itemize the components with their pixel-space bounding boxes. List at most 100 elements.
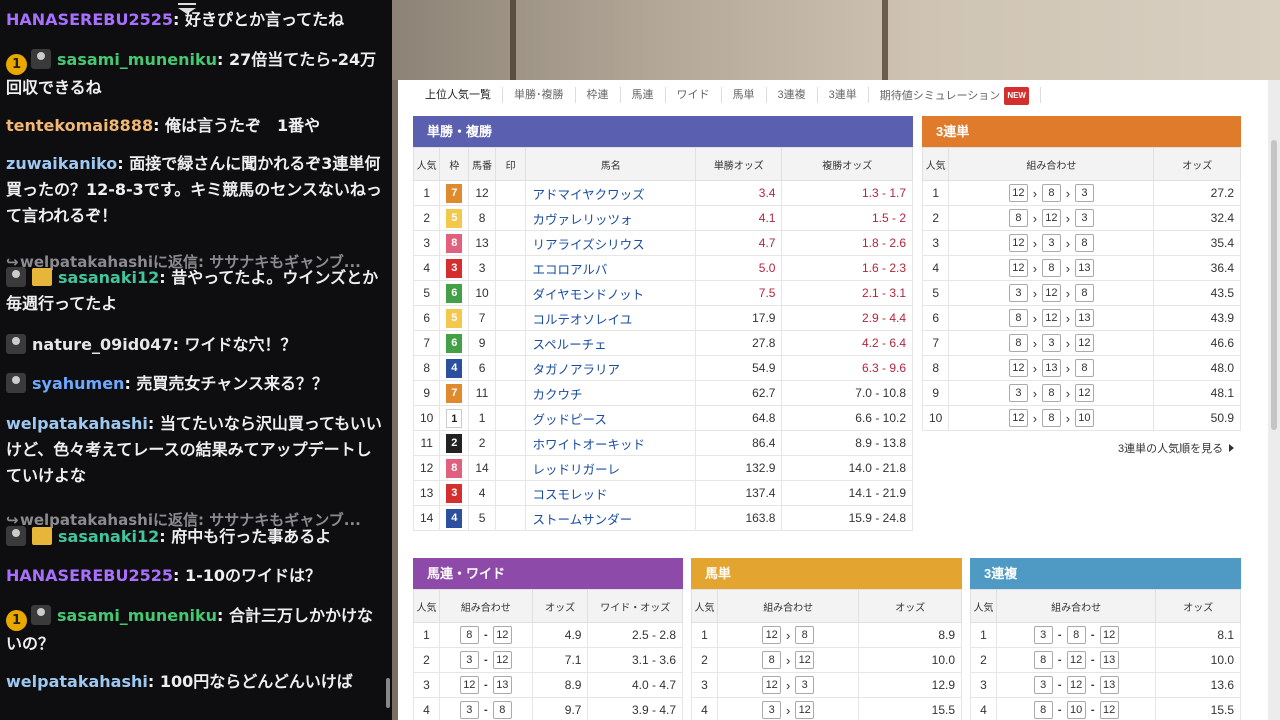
mark-cell[interactable]: [494, 180, 527, 206]
chat-scrollbar[interactable]: [386, 678, 390, 708]
mark-cell[interactable]: [494, 205, 527, 231]
table-row: 10 1 1 グッドピース 64.8 6.6 - 10.2: [412, 405, 913, 431]
waku-box: 5: [446, 208, 463, 228]
sanrentan-panel-title: 3連単: [922, 116, 1241, 147]
horse-name-cell[interactable]: コルテオソレイユ: [525, 305, 697, 331]
chat-username[interactable]: tentekomai8888: [6, 116, 153, 135]
horse-number-box: 3: [1074, 184, 1094, 202]
mark-cell[interactable]: [494, 280, 527, 306]
mark-cell[interactable]: [494, 330, 527, 356]
waku-cell: 7: [439, 180, 470, 206]
chat-text: 俺は言うたぞ 1番や: [165, 116, 321, 135]
odds-tab-label: 枠連: [586, 89, 609, 101]
mark-cell[interactable]: [494, 405, 527, 431]
win-odds-cell: 163.8: [695, 505, 783, 531]
table-row: 2 8 › 12 10.0: [691, 647, 962, 673]
win-odds-cell: 137.4: [695, 480, 783, 506]
horse-name-cell[interactable]: エコロアルバ: [525, 255, 697, 281]
horse-name-cell[interactable]: ホワイトオーキッド: [525, 430, 697, 456]
popularity-cell: 9: [412, 380, 441, 406]
chat-username[interactable]: sasanaki12: [58, 527, 159, 546]
combination-cell: 8 › 12 › 13: [948, 305, 1155, 331]
horse-name-cell[interactable]: スペルーチェ: [525, 330, 697, 356]
column-header: オッズ: [531, 589, 589, 623]
waku-cell: 6: [439, 330, 470, 356]
popularity-cell: 5: [412, 280, 441, 306]
odds-tab[interactable]: 上位人気一覧: [414, 87, 503, 103]
horse-number-box: 3: [1008, 384, 1028, 402]
horse-number-box: 8: [762, 651, 782, 669]
odds-tab[interactable]: 馬連: [621, 87, 666, 103]
chat-colon: :: [217, 50, 229, 69]
page-scrollbar[interactable]: [1268, 80, 1280, 720]
mark-cell[interactable]: [494, 305, 527, 331]
horse-number-box: 12: [795, 651, 815, 669]
column-header: 組み合わせ: [438, 589, 533, 623]
win-odds-cell: 27.8: [695, 330, 783, 356]
horse-number-box: 13: [1041, 359, 1061, 377]
sanrentan-more-link[interactable]: 3連単の人気順を見る: [1118, 440, 1235, 456]
arrow-right-icon: ›: [1065, 185, 1071, 201]
odds-tab[interactable]: 単勝･複勝: [503, 87, 576, 103]
mark-cell[interactable]: [494, 255, 527, 281]
horse-number-cell: 13: [468, 230, 496, 256]
odds-tab[interactable]: 馬単: [722, 87, 767, 103]
umaren-table: 人気 組み合わせ オッズ ワイド・オッズ 1 8-12 4.9 2.5 - 2.8 2 3-12…: [413, 589, 683, 720]
horse-name-cell[interactable]: カクウチ: [525, 380, 697, 406]
table-row: 4 3 3 エコロアルバ 5.0 1.6 - 2.3: [412, 255, 913, 281]
odds-tab[interactable]: 期待値シミュレーション NEW: [869, 87, 1041, 105]
odds-tab[interactable]: 3連単: [818, 87, 869, 103]
horse-name-cell[interactable]: カヴァレリッツォ: [525, 205, 697, 231]
arrow-right-icon: ›: [1032, 310, 1038, 326]
chat-username[interactable]: HANASEREBU2525: [6, 566, 173, 585]
popularity-cell: 10: [921, 405, 950, 431]
horse-name-cell[interactable]: レッドリガーレ: [525, 455, 697, 481]
odds-cell: 35.4: [1153, 230, 1241, 256]
place-odds-cell: 1.8 - 2.6: [781, 230, 913, 256]
horse-name-cell[interactable]: ストームサンダー: [525, 505, 697, 531]
chat-username[interactable]: sasami_muneniku: [57, 606, 217, 625]
chat-username[interactable]: nature_09id047: [32, 335, 173, 354]
mark-cell[interactable]: [494, 455, 527, 481]
horse-name-cell[interactable]: アドマイヤクワッズ: [525, 180, 697, 206]
combination-cell: 3 › 12: [716, 697, 860, 720]
table-row: 14 4 5 ストームサンダー 163.8 15.9 - 24.8: [412, 505, 913, 531]
chat-message: sasanaki12: 昔やってたよ。ウインズとか毎週行ってたよ: [6, 265, 384, 317]
chat-username[interactable]: HANASEREBU2525: [6, 10, 173, 29]
horse-number-box: 12: [492, 651, 512, 669]
horse-name-cell[interactable]: コスモレッド: [525, 480, 697, 506]
arrow-right-icon: ›: [1032, 285, 1038, 301]
chat-username[interactable]: sasanaki12: [58, 268, 159, 287]
horse-name-cell[interactable]: タガノアラリア: [525, 355, 697, 381]
sanrenpuku-table: 人気 組み合わせ オッズ 1 3-8-12 8.1 2 8-12-13 10.0 3 3-12-1…: [970, 589, 1241, 720]
odds-tab[interactable]: 3連複: [767, 87, 818, 103]
column-header: 人気: [691, 589, 718, 623]
horse-number-box: 3: [1033, 626, 1053, 644]
horse-name-cell[interactable]: ダイヤモンドノット: [525, 280, 697, 306]
mark-cell[interactable]: [494, 430, 527, 456]
table-row: 11 2 2 ホワイトオーキッド 86.4 8.9 - 13.8: [412, 430, 913, 456]
odds-cell: 7.1: [531, 647, 589, 673]
odds-tab[interactable]: ワイド: [666, 87, 722, 103]
odds-tab-label: 馬連: [631, 89, 654, 101]
mark-cell[interactable]: [494, 230, 527, 256]
combination-cell: 8 › 3 › 12: [948, 330, 1155, 356]
chat-username[interactable]: welpatakahashi: [6, 672, 148, 691]
column-header: 人気: [413, 589, 440, 623]
arrow-right-icon: ›: [1065, 410, 1071, 426]
place-odds-cell: 4.2 - 6.4: [781, 330, 913, 356]
mark-cell[interactable]: [494, 480, 527, 506]
chat-username[interactable]: sasami_muneniku: [57, 50, 217, 69]
mark-cell[interactable]: [494, 380, 527, 406]
chat-username[interactable]: welpatakahashi: [6, 414, 148, 433]
win-odds-cell: 54.9: [695, 355, 783, 381]
horse-name-cell[interactable]: リアライズシリウス: [525, 230, 697, 256]
odds-cell: 27.2: [1153, 180, 1241, 206]
page-scrollbar-thumb[interactable]: [1271, 140, 1277, 430]
mark-cell[interactable]: [494, 505, 527, 531]
mark-cell[interactable]: [494, 355, 527, 381]
horse-name-cell[interactable]: グッドピース: [525, 405, 697, 431]
chat-username[interactable]: zuwaikaniko: [6, 154, 117, 173]
odds-tab[interactable]: 枠連: [576, 87, 621, 103]
chat-username[interactable]: syahumen: [32, 374, 124, 393]
